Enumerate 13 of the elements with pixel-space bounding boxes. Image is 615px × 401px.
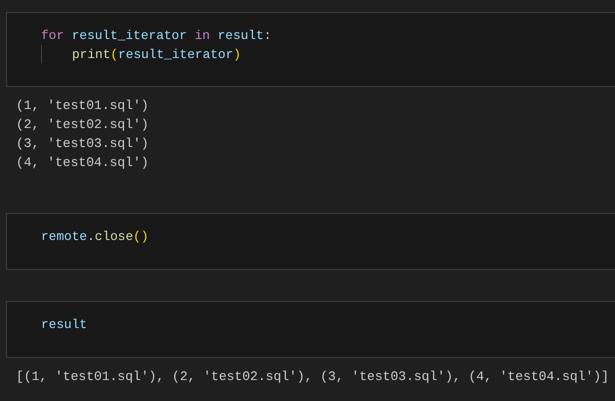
code-line: result <box>41 316 88 332</box>
output-line: (2, 'test02.sql') <box>16 116 150 134</box>
code-line: remote.close() <box>41 229 149 244</box>
code-cell[interactable]: for result_iterator in result: print(result_iterator) <box>6 12 615 88</box>
code-line: for result_iterator in result: <box>41 28 272 43</box>
code-line: print(result_iterator) <box>72 46 241 62</box>
code-cell[interactable]: result <box>6 300 615 358</box>
indent-guide <box>41 44 42 64</box>
output-line: (1, 'test01.sql') <box>16 97 150 116</box>
output-line: [(1, 'test01.sql'), (2, 'test02.sql'), (3, 'test03.sql'), (4, 'test04.sql')] <box>16 368 610 386</box>
output-line: (3, 'test03.sql') <box>16 134 150 153</box>
output-line: (4, 'test04.sql') <box>16 154 150 172</box>
code-cell[interactable]: remote.close() <box>6 213 615 270</box>
